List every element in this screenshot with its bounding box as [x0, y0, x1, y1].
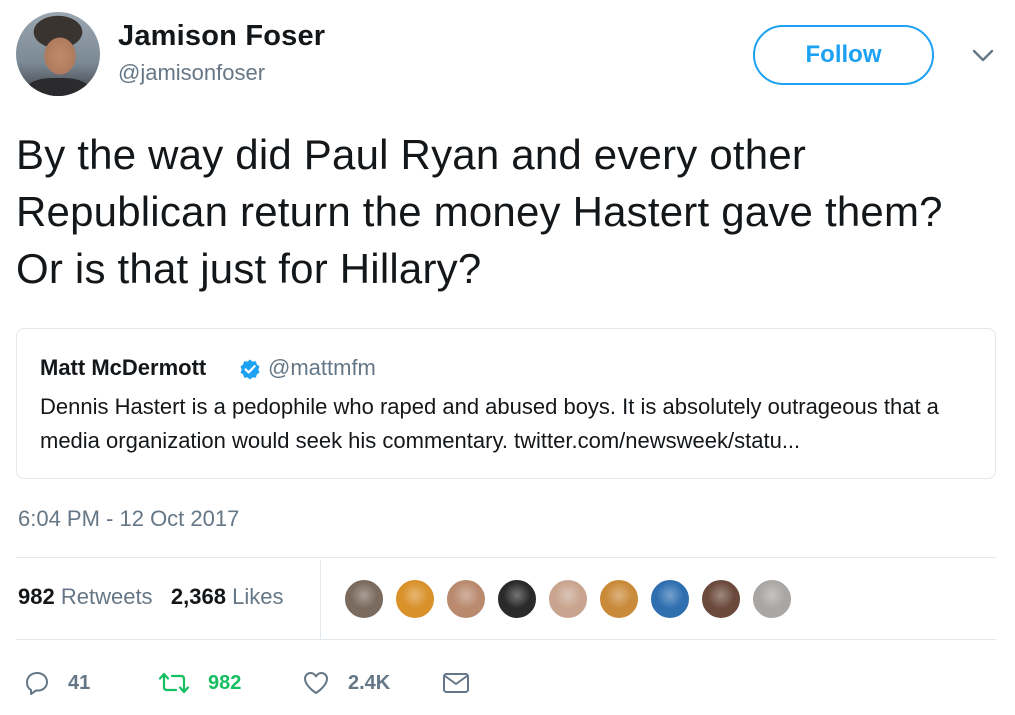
like-count: 2.4K	[348, 671, 391, 694]
envelope-icon	[443, 673, 469, 693]
reply-action[interactable]: 41	[24, 668, 90, 698]
retweets-stat[interactable]: 982 Retweets	[18, 584, 153, 609]
author-avatar[interactable]	[16, 12, 100, 96]
stats-vertical-divider	[320, 560, 321, 639]
retweets-count: 982	[18, 584, 55, 609]
verified-badge-icon	[240, 359, 260, 380]
tweet-timestamp[interactable]: 6:04 PM - 12 Oct 2017	[18, 506, 239, 532]
quoted-tweet[interactable]: Matt McDermott @mattmfm Dennis Hastert i…	[16, 328, 996, 479]
liker-avatar-8[interactable]	[700, 578, 742, 620]
heart-icon	[304, 672, 328, 694]
retweet-action[interactable]: 982	[158, 668, 241, 698]
liker-avatar-7[interactable]	[649, 578, 691, 620]
quoted-author-handle: @mattmfm	[268, 355, 376, 380]
retweet-icon	[158, 672, 190, 694]
reply-count: 41	[68, 671, 91, 694]
reply-icon	[26, 672, 48, 695]
liker-avatar-4[interactable]	[496, 578, 538, 620]
liker-avatar-6[interactable]	[598, 578, 640, 620]
engagement-stats: 982 Retweets 2,368 Likes	[18, 584, 283, 610]
likes-stat[interactable]: 2,368 Likes	[171, 584, 284, 609]
author-handle[interactable]: @jamisonfoser	[118, 60, 265, 86]
tweet-text: By the way did Paul Ryan and every other…	[16, 131, 943, 292]
liker-avatar-3[interactable]	[445, 578, 487, 620]
likes-label: Likes	[232, 584, 284, 609]
like-action[interactable]: 2.4K	[302, 668, 390, 698]
chevron-down-icon[interactable]	[970, 46, 996, 64]
retweet-count: 982	[208, 671, 242, 694]
liker-avatar-1[interactable]	[343, 578, 385, 620]
quoted-author-name: Matt McDermott	[40, 355, 207, 380]
quoted-tweet-text: Dennis Hastert is a pedophile who raped …	[40, 394, 939, 453]
avatar-shirt	[26, 78, 90, 96]
liker-avatar-2[interactable]	[394, 578, 436, 620]
likes-count: 2,368	[170, 584, 226, 609]
liker-avatar-9[interactable]	[751, 578, 793, 620]
author-name[interactable]: Jamison Foser	[118, 20, 325, 53]
direct-message-action[interactable]	[442, 668, 488, 698]
stats-bottom-divider	[16, 639, 996, 640]
follow-button[interactable]: Follow	[753, 25, 934, 85]
liker-avatar-5[interactable]	[547, 578, 589, 620]
stats-top-divider	[16, 557, 996, 558]
retweets-label: Retweets	[60, 584, 153, 609]
